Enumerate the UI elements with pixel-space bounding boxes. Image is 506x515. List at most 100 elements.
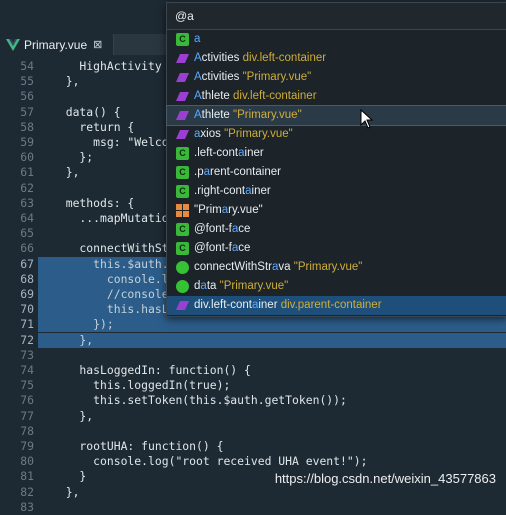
- line-number: 71: [20, 317, 34, 332]
- symbol-result-item[interactable]: C .parent-container: [167, 163, 506, 182]
- label-match: A: [194, 71, 202, 83]
- symbol-result-item[interactable]: Activities "Primary.vue": [167, 68, 506, 87]
- symbol-location: "Primary.vue": [242, 71, 312, 83]
- code-text: console.log("root received UHA event!");: [52, 454, 368, 469]
- symbol-result-label: .left-container: [194, 144, 264, 163]
- line-number: 82: [20, 484, 34, 499]
- code-text: });: [52, 317, 114, 332]
- line-number: 62: [20, 180, 34, 195]
- symbol-result-item[interactable]: Athlete div.left-container: [167, 87, 506, 106]
- line-number: 79: [20, 439, 34, 453]
- label-suffix: va: [278, 261, 294, 273]
- label-match: A: [194, 52, 202, 64]
- code-line[interactable]: 83: [0, 500, 506, 515]
- symbol-location: div.parent-container: [280, 299, 382, 311]
- code-line[interactable]: 71 });: [20, 317, 506, 333]
- code-line[interactable]: 72 },: [20, 332, 506, 348]
- symbol-result-item[interactable]: C @font-face: [167, 239, 506, 258]
- code-text: ...mapMutations: [52, 211, 183, 225]
- label-prefix: .right-cont: [194, 185, 246, 197]
- line-number: 77: [20, 408, 34, 423]
- tab-primary-vue[interactable]: Primary.vue ⊠: [0, 34, 114, 55]
- symbol-result-item[interactable]: C @font-face: [167, 220, 506, 239]
- code-line[interactable]: 77 },: [0, 409, 506, 424]
- code-line[interactable]: 74 hasLoggedIn: function() {: [0, 363, 506, 378]
- code-text: msg: "Welcome: [52, 135, 183, 149]
- symbol-result-label: axios "Primary.vue": [194, 125, 293, 144]
- code-text: this.$auth.au: [52, 256, 183, 271]
- symbol-location: "Primary.vue": [219, 280, 289, 292]
- code-line[interactable]: 78: [0, 424, 506, 439]
- code-line[interactable]: 75 this.loggedIn(true);: [0, 378, 506, 393]
- symbol-result-item[interactable]: Athlete "Primary.vue": [166, 105, 506, 126]
- css-class-icon: C: [176, 147, 189, 160]
- vue-data-icon: [176, 109, 189, 122]
- line-number: 83: [20, 499, 34, 514]
- code-line[interactable]: 76 this.setToken(this.$auth.getToken());: [0, 393, 506, 408]
- code-text: }: [52, 469, 87, 484]
- file-grid-icon: [176, 204, 189, 217]
- line-number: 76: [20, 393, 34, 408]
- code-text: this.hasLog: [52, 302, 183, 317]
- line-number: 57: [20, 104, 34, 119]
- code-line[interactable]: 80 console.log("root received UHA event!…: [0, 454, 506, 469]
- label-prefix: .p: [194, 166, 204, 178]
- code-line[interactable]: 73: [0, 348, 506, 363]
- line-number: 81: [20, 469, 34, 484]
- symbol-search-input[interactable]: [173, 6, 497, 26]
- label-match: A: [194, 90, 202, 102]
- line-number: 67: [20, 256, 34, 271]
- code-text: },: [52, 165, 80, 180]
- code-line[interactable]: 79 rootUHA: function() {: [0, 439, 506, 454]
- code-line[interactable]: 82 },: [0, 485, 506, 500]
- code-text: },: [52, 408, 94, 423]
- label-suffix: iner: [244, 147, 264, 159]
- method-icon: [176, 280, 189, 293]
- mouse-pointer-icon: [360, 109, 374, 129]
- goto-symbol-popup: CaActivities div.left-containerActivitie…: [166, 2, 506, 317]
- line-number: 66: [20, 241, 34, 256]
- vue-data-icon: [176, 128, 189, 141]
- line-number: 68: [20, 271, 34, 286]
- label-suffix: rent-container: [210, 166, 281, 178]
- symbol-result-label: data "Primary.vue": [194, 277, 288, 296]
- symbol-result-label: .right-container: [194, 182, 271, 201]
- symbol-result-item[interactable]: div.left-container div.parent-container: [167, 296, 506, 315]
- line-number: 78: [20, 423, 34, 438]
- symbol-location: "Primary.vue": [224, 128, 293, 140]
- label-suffix: thlete: [201, 90, 233, 102]
- symbol-result-item[interactable]: Activities div.left-container: [167, 49, 506, 68]
- line-number: 60: [20, 150, 34, 165]
- label-suffix: ctivities: [201, 52, 243, 64]
- code-text: },: [52, 332, 94, 347]
- symbol-result-label: div.left-container div.parent-container: [194, 296, 382, 315]
- symbol-result-item[interactable]: axios "Primary.vue": [167, 125, 506, 144]
- css-class-icon: C: [176, 185, 189, 198]
- code-text: connectWithStra: [52, 241, 183, 256]
- label-suffix: iner: [258, 299, 281, 311]
- symbol-result-item[interactable]: "Primary.vue": [167, 201, 506, 220]
- label-prefix: .left-cont: [194, 147, 239, 159]
- code-text: data() {: [52, 104, 121, 119]
- label-match: A: [194, 109, 202, 121]
- vue-data-icon: [176, 90, 189, 103]
- symbol-result-label: @font-face: [194, 239, 250, 258]
- symbol-result-item[interactable]: Ca: [167, 30, 506, 49]
- label-suffix: xios: [200, 128, 225, 140]
- close-tab-icon[interactable]: ⊠: [93, 38, 102, 51]
- symbol-result-item[interactable]: C .right-container: [167, 182, 506, 201]
- line-number: 63: [20, 195, 34, 210]
- code-text: },: [52, 74, 80, 89]
- symbol-result-item[interactable]: connectWithStrava "Primary.vue": [167, 258, 506, 277]
- symbol-location: div.left-container: [233, 90, 317, 102]
- symbol-result-item[interactable]: data "Primary.vue": [167, 277, 506, 296]
- label-match: a: [194, 33, 201, 45]
- symbol-result-label: Activities div.left-container: [194, 49, 326, 68]
- symbol-location: div.left-container: [242, 52, 327, 64]
- line-number: 69: [20, 287, 34, 301]
- line-number: 80: [20, 454, 34, 469]
- code-text: methods: {: [52, 195, 135, 210]
- code-text: HighActivity: [52, 59, 162, 73]
- symbol-result-item[interactable]: C .left-container: [167, 144, 506, 163]
- css-class-icon: C: [176, 166, 189, 179]
